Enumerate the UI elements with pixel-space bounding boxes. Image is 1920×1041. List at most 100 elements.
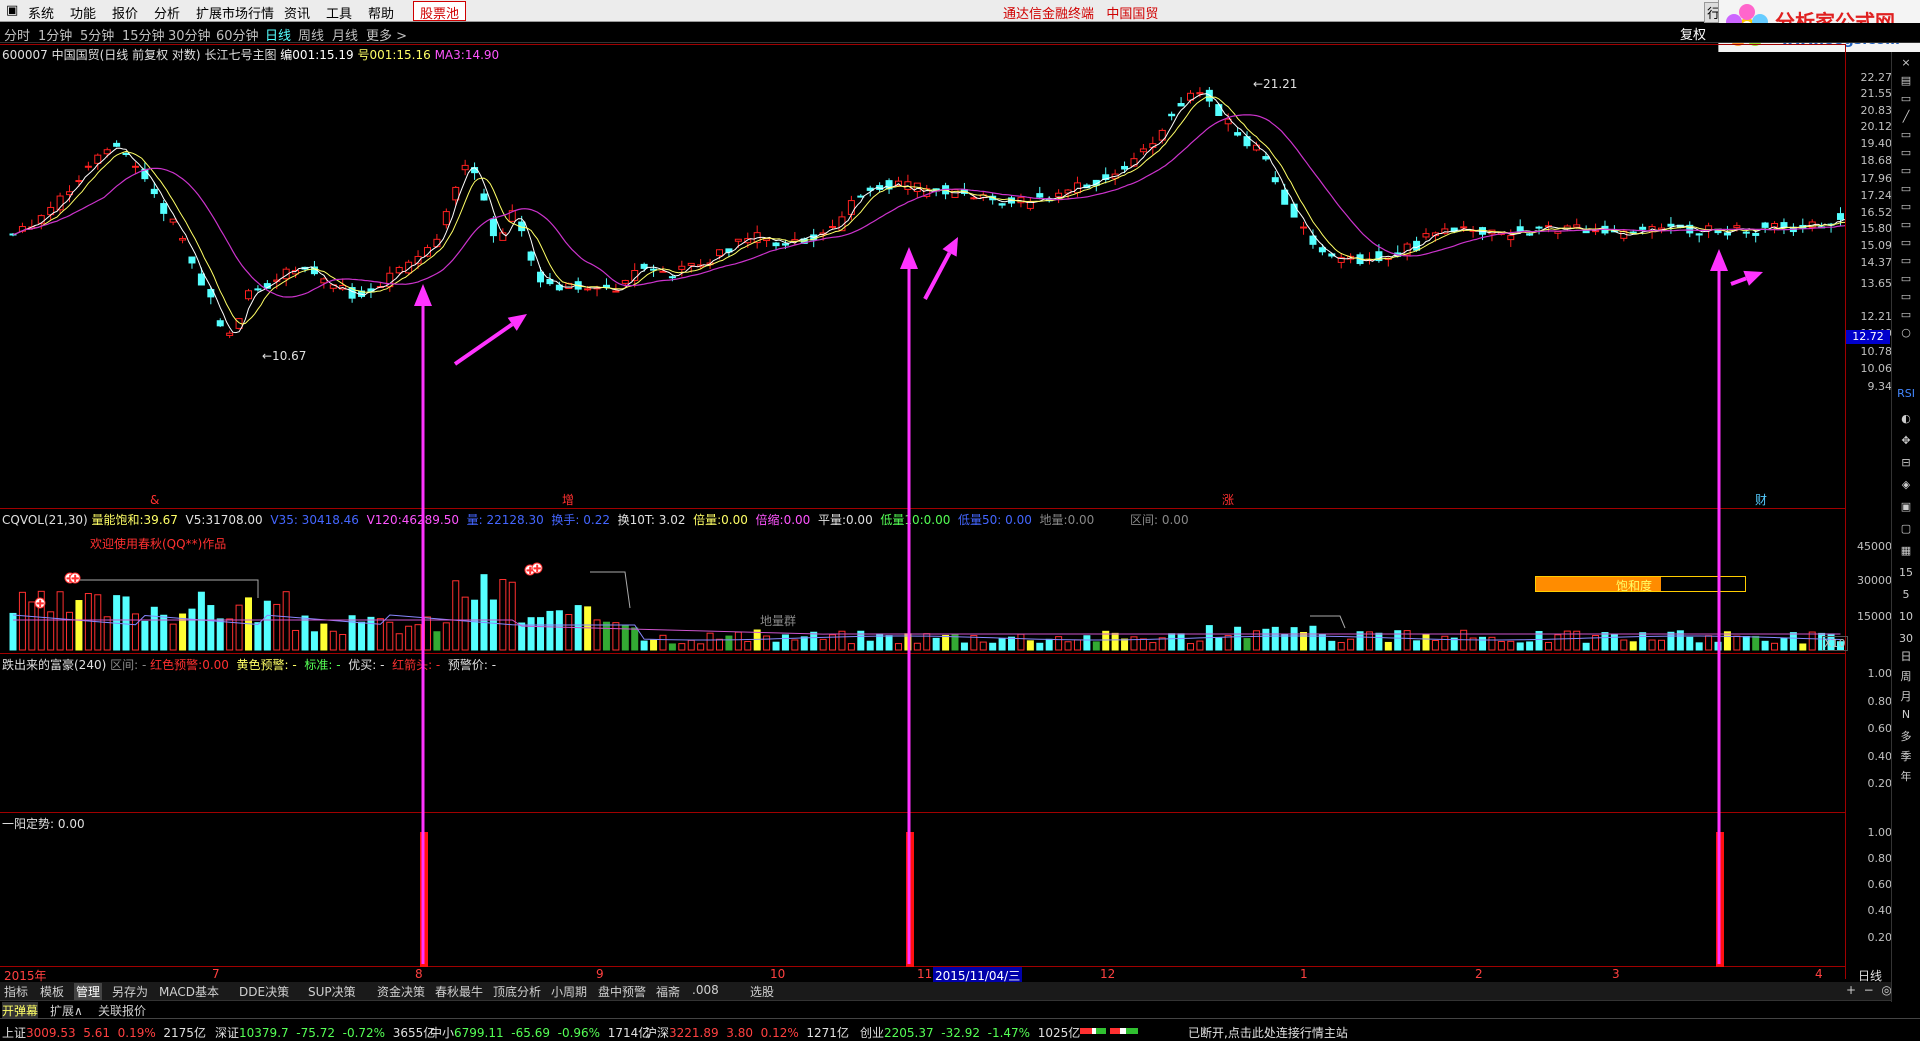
side-tool-icon[interactable]: 5 xyxy=(1897,588,1915,602)
candlestick-chart[interactable]: ←21.21 ←10.67 & 增 涨 财 xyxy=(0,44,1845,508)
side-tool-icon[interactable]: ▭ xyxy=(1897,182,1915,196)
period-daily[interactable]: 日线 xyxy=(265,25,291,44)
volume-bar xyxy=(1026,640,1034,651)
side-tool-icon[interactable]: ◐ xyxy=(1897,412,1915,426)
indicator-tab[interactable]: DDE决策 xyxy=(237,983,291,1000)
connection-status[interactable]: 已断开,点击此处连接行情主站 xyxy=(1188,1024,1348,1041)
side-tool-icon[interactable]: ▭ xyxy=(1897,290,1915,304)
indicator-tab[interactable]: SUP决策 xyxy=(306,983,358,1000)
side-period-icon[interactable]: RSI xyxy=(1897,387,1915,401)
side-tool-icon[interactable]: ▭ xyxy=(1897,272,1915,286)
indicator-tab[interactable]: 资金决策 xyxy=(375,983,427,1000)
index-zhongxiao[interactable]: 中小6799.11 -65.69 -0.96% 1714亿 xyxy=(430,1024,650,1041)
period-monthly[interactable]: 月线 xyxy=(332,25,358,44)
volume-bar xyxy=(56,591,64,651)
indicator-tab[interactable]: MACD基本 xyxy=(157,983,221,1000)
bottom-tab[interactable]: 扩展∧ xyxy=(50,1002,83,1019)
side-tool-icon[interactable]: ▭ xyxy=(1897,128,1915,142)
period-1min[interactable]: 1分钟 xyxy=(38,25,72,44)
side-tool-icon[interactable]: ○ xyxy=(1897,326,1915,340)
indicator-tab[interactable]: 指标 xyxy=(2,983,30,1000)
side-period-icon[interactable]: 年 xyxy=(1897,768,1915,783)
index-hushen[interactable]: 沪深3221.89 3.80 0.12% 1271亿 xyxy=(645,1024,849,1041)
period-5min[interactable]: 5分钟 xyxy=(80,25,114,44)
side-tool-icon[interactable]: 10 xyxy=(1897,610,1915,624)
period-weekly[interactable]: 周线 xyxy=(298,25,324,44)
candle xyxy=(1008,195,1016,208)
menu-tools[interactable]: 工具 xyxy=(326,3,352,22)
candle xyxy=(216,318,224,328)
side-tool-icon[interactable]: ▭ xyxy=(1897,164,1915,178)
side-tool-icon[interactable]: ▦ xyxy=(1897,544,1915,558)
side-tool-icon[interactable]: 15 xyxy=(1897,566,1915,580)
side-period-icon[interactable]: 日 xyxy=(1897,648,1915,663)
menu-function[interactable]: 功能 xyxy=(70,3,96,22)
side-tool-icon[interactable]: ▭ xyxy=(1897,236,1915,250)
candle xyxy=(1309,229,1317,249)
side-period-icon[interactable]: N xyxy=(1897,708,1915,722)
menu-ext-market[interactable]: 扩展市场行情 xyxy=(196,3,274,22)
side-tool-icon[interactable]: ✥ xyxy=(1897,434,1915,448)
menu-quote[interactable]: 报价 xyxy=(112,3,138,22)
bottom-tab[interactable]: 开弹幕 xyxy=(2,1002,39,1019)
side-period-icon[interactable]: 周 xyxy=(1897,668,1915,683)
index-chuangye[interactable]: 创业2205.37 -32.92 -1.47% 1025亿 xyxy=(860,1024,1080,1041)
volume-bar xyxy=(989,642,997,651)
side-tool-icon[interactable]: ◈ xyxy=(1897,478,1915,492)
menu-analysis[interactable]: 分析 xyxy=(154,3,180,22)
menu-info[interactable]: 资讯 xyxy=(284,3,310,22)
indicator-tab[interactable]: .008 xyxy=(690,983,721,997)
side-tool-icon[interactable]: ╱ xyxy=(1897,110,1915,124)
indicator-tab[interactable]: 盘中预警 xyxy=(596,983,648,1000)
side-tool-icon[interactable]: ▭ xyxy=(1897,200,1915,214)
candle xyxy=(207,286,215,305)
volume-bar xyxy=(527,617,535,651)
indicator-tab[interactable]: 模板 xyxy=(38,983,66,1000)
volume-bar xyxy=(960,642,968,651)
volume-bar xyxy=(1742,636,1750,651)
side-tool-icon[interactable]: ▤ xyxy=(1897,74,1915,88)
side-tool-icon[interactable]: × xyxy=(1897,56,1915,70)
p3-y-tick: 1.00 xyxy=(1867,667,1893,680)
side-period-icon[interactable]: 多 xyxy=(1897,728,1915,743)
volume-bar xyxy=(810,631,818,651)
volume-bar xyxy=(461,596,469,651)
app-icon[interactable]: ▣ xyxy=(6,3,18,18)
volume-bar xyxy=(913,642,921,651)
stock-pool-button[interactable]: 股票池 xyxy=(413,1,467,22)
side-tool-icon[interactable]: ▢ xyxy=(1897,522,1915,536)
menu-system[interactable]: 系统 xyxy=(28,3,54,22)
menu-help[interactable]: 帮助 xyxy=(368,3,394,22)
period-fenshi[interactable]: 分时 xyxy=(4,25,30,44)
period-more[interactable]: 更多 > xyxy=(366,25,407,44)
indicator-tab[interactable]: 管理 xyxy=(74,983,103,1000)
volume-bar xyxy=(979,641,987,651)
volume-bar xyxy=(1554,634,1562,651)
index-shanghai[interactable]: 上证3009.53 5.61 0.19% 2175亿 xyxy=(2,1024,206,1041)
side-tool-icon[interactable]: ▭ xyxy=(1897,218,1915,232)
side-tool-icon[interactable]: ▭ xyxy=(1897,254,1915,268)
side-tool-icon[interactable]: ⊟ xyxy=(1897,456,1915,470)
side-period-icon[interactable]: 月 xyxy=(1897,688,1915,703)
side-tool-icon[interactable]: ▭ xyxy=(1897,146,1915,160)
volume-bar xyxy=(1658,639,1665,651)
fuquan-button[interactable]: 复权 xyxy=(1680,24,1706,43)
period-30min[interactable]: 30分钟 xyxy=(168,25,211,44)
indicator-tab[interactable]: 春秋最牛 xyxy=(433,983,485,1000)
indicator-tab[interactable]: 另存为 xyxy=(110,983,150,1000)
bottom-tab[interactable]: 关联报价 xyxy=(98,1002,146,1019)
indicator-tab[interactable]: 顶底分析 xyxy=(491,983,543,1000)
volume-bar xyxy=(1384,641,1392,651)
indicator-tab[interactable]: 福斋 xyxy=(654,983,682,1000)
volume-bar xyxy=(395,633,403,651)
period-60min[interactable]: 60分钟 xyxy=(216,25,259,44)
index-shenzhen[interactable]: 深证10379.7 -75.72 -0.72% 3655亿 xyxy=(215,1024,435,1041)
side-tool-icon[interactable]: ▣ xyxy=(1897,500,1915,514)
period-15min[interactable]: 15分钟 xyxy=(122,25,165,44)
indicator-tab[interactable]: 小周期 xyxy=(549,983,589,1000)
side-tool-icon[interactable]: ▭ xyxy=(1897,308,1915,322)
side-tool-icon[interactable]: 30 xyxy=(1897,632,1915,646)
side-tool-icon[interactable]: ▭ xyxy=(1897,92,1915,106)
side-period-icon[interactable]: 季 xyxy=(1897,748,1915,763)
indicator-tab[interactable]: 选股 xyxy=(748,983,776,1000)
